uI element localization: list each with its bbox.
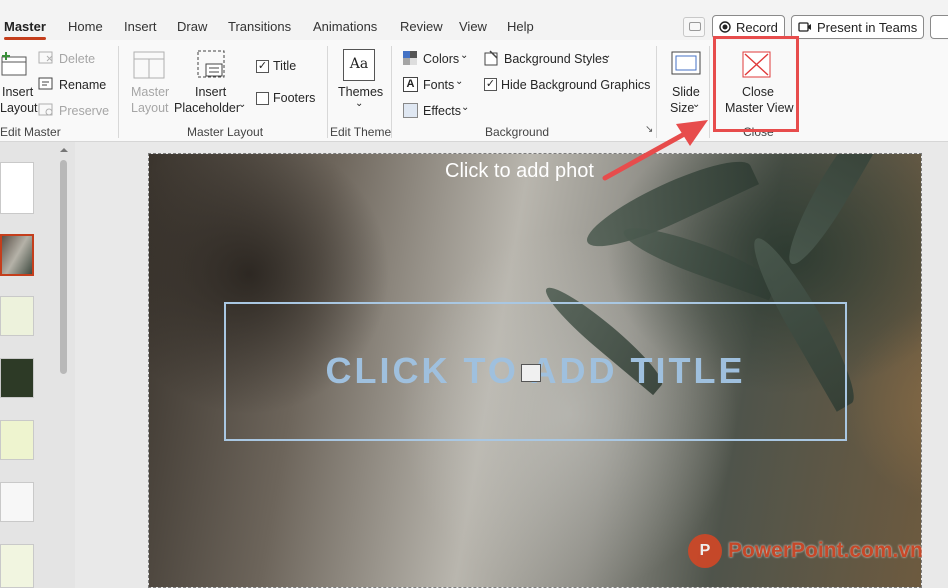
powerpoint-logo-icon: P [688, 534, 722, 568]
annotation-arrow-icon [602, 120, 708, 181]
watermark-text: PowerPoint.com.vn [728, 539, 923, 562]
watermark: P PowerPoint.com.vn [688, 534, 923, 568]
